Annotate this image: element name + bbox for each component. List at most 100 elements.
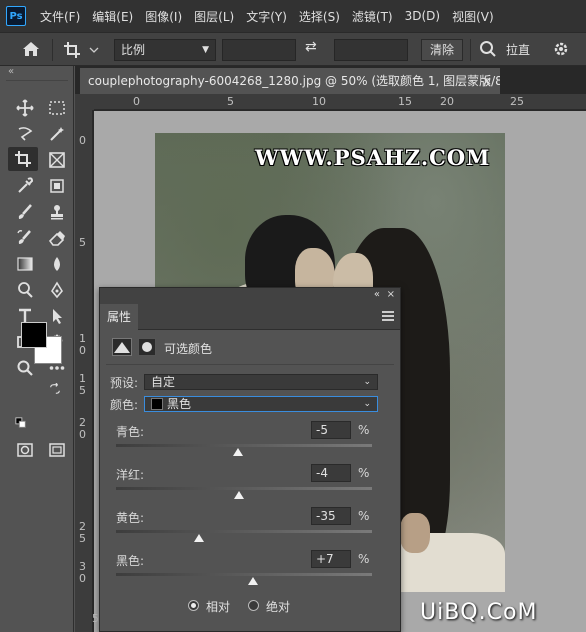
properties-panel: « × 属性 可选颜色 预设: 自定 ⌄ 颜色: 黑色 ⌄ 青色: -5 % 洋… — [99, 287, 401, 632]
ruler-tick: 0 — [79, 572, 86, 585]
ruler-horizontal[interactable]: 0 5 10 15 20 25 — [94, 94, 586, 110]
height-field[interactable] — [334, 39, 408, 61]
yellow-value-input[interactable]: -35 — [311, 507, 351, 525]
percent-unit: % — [358, 466, 370, 480]
brush-icon[interactable] — [10, 200, 40, 224]
slider-label: 洋红: — [116, 468, 145, 482]
slider-thumb[interactable] — [232, 448, 243, 456]
slider-thumb[interactable] — [233, 491, 244, 499]
crop-preset-icon[interactable] — [62, 39, 102, 61]
pen-icon[interactable] — [42, 278, 72, 302]
panel-tabs: 属性 — [100, 304, 400, 330]
preset-value: 自定 — [151, 375, 176, 389]
move-tool-icon[interactable] — [10, 96, 40, 120]
frame-tool-icon[interactable] — [42, 148, 72, 172]
cyan-value-input[interactable]: -5 — [311, 421, 351, 439]
separator — [52, 39, 53, 61]
separator — [470, 39, 471, 61]
photoshop-logo-icon: Ps — [6, 6, 26, 26]
ruler-tick: 5 — [79, 236, 86, 249]
panel-grip[interactable] — [6, 80, 68, 90]
slider-thumb[interactable] — [194, 534, 205, 542]
magenta-value-input[interactable]: -4 — [311, 464, 351, 482]
menu-file[interactable]: 文件(F) — [40, 8, 80, 25]
ruler-tick: 0 — [133, 95, 140, 108]
quick-mask-icon[interactable] — [10, 438, 40, 462]
chevron-down-icon: ▼ — [202, 45, 209, 55]
menu-type[interactable]: 文字(Y) — [246, 8, 287, 25]
menu-image[interactable]: 图像(I) — [145, 8, 182, 25]
ruler-tick: 25 — [510, 95, 524, 108]
eraser-icon[interactable] — [42, 226, 72, 250]
ruler-vertical[interactable]: 0 5 1 0 1 5 2 0 2 5 3 0 — [75, 110, 93, 632]
gradient-icon[interactable] — [10, 252, 40, 276]
preset-label: 预设: — [110, 376, 139, 390]
slider-track[interactable] — [116, 573, 372, 576]
menu-filter[interactable]: 滤镜(T) — [352, 8, 393, 25]
relative-label: 相对 — [206, 600, 231, 614]
slider-label: 青色: — [116, 425, 145, 439]
menu-edit[interactable]: 编辑(E) — [92, 8, 133, 25]
close-icon[interactable]: × — [482, 68, 492, 94]
marquee-tool-icon[interactable] — [42, 96, 72, 120]
black-value-input[interactable]: +7 — [311, 550, 351, 568]
history-brush-icon[interactable] — [10, 226, 40, 250]
chevron-down-icon: ⌄ — [363, 377, 371, 387]
search-icon[interactable] — [479, 40, 497, 61]
gear-icon[interactable] — [552, 40, 570, 61]
close-icon[interactable]: × — [387, 289, 395, 300]
preset-dropdown[interactable]: 自定 ⌄ — [144, 374, 378, 390]
site-watermark: UiBQ.CoM — [420, 600, 538, 625]
adjustment-icon[interactable] — [112, 338, 132, 356]
object-select-icon[interactable] — [42, 174, 72, 198]
dodge-icon[interactable] — [10, 278, 40, 302]
menu-select[interactable]: 选择(S) — [299, 8, 340, 25]
stamp-icon[interactable] — [42, 200, 72, 224]
image-hand — [400, 513, 430, 553]
swap-icon[interactable]: ⇄ — [305, 39, 317, 55]
document-tab[interactable]: couplephotography-6004268_1280.jpg @ 50%… — [80, 68, 500, 94]
colors-label: 颜色: — [110, 398, 139, 412]
slider-track[interactable] — [116, 444, 372, 447]
slider-thumb[interactable] — [247, 577, 258, 585]
straighten-label: 拉直 — [506, 43, 531, 57]
adjustment-title: 可选颜色 — [164, 342, 213, 356]
divider — [106, 364, 394, 365]
magic-wand-icon[interactable] — [42, 122, 72, 146]
menu-3d[interactable]: 3D(D) — [405, 9, 440, 23]
tab-properties[interactable]: 属性 — [100, 304, 138, 330]
ruler-tick: 20 — [440, 95, 454, 108]
percent-unit: % — [358, 423, 370, 437]
foreground-color-swatch[interactable] — [21, 322, 47, 348]
color-swatch — [151, 398, 163, 410]
menu-view[interactable]: 视图(V) — [452, 8, 494, 25]
default-colors-icon[interactable] — [14, 416, 28, 430]
home-icon[interactable] — [20, 39, 44, 61]
straighten-button[interactable]: 拉直 — [506, 39, 530, 61]
panel-menu-icon[interactable] — [382, 311, 394, 321]
width-field[interactable] — [222, 39, 296, 61]
layer-mask-icon[interactable] — [138, 338, 156, 356]
relative-radio[interactable] — [188, 600, 199, 611]
menu-layer[interactable]: 图层(L) — [194, 8, 234, 25]
clear-button[interactable]: 清除 — [421, 39, 463, 61]
slider-track[interactable] — [116, 487, 372, 490]
blur-icon[interactable] — [42, 252, 72, 276]
panel-titlebar[interactable]: « × — [100, 288, 400, 304]
crop-tool-icon[interactable] — [8, 147, 38, 171]
collapse-panel-icon[interactable]: « — [8, 66, 14, 77]
options-bar: 比例 ▼ ⇄ 清除 拉直 — [0, 32, 586, 66]
ratio-select[interactable]: 比例 ▼ — [114, 39, 216, 61]
ruler-tick: 10 — [312, 95, 326, 108]
lasso-tool-icon[interactable] — [10, 122, 40, 146]
slider-track[interactable] — [116, 530, 372, 533]
collapse-panel-icon[interactable]: « — [374, 289, 380, 300]
eyedropper-icon[interactable] — [10, 174, 40, 198]
ruler-tick: 5 — [79, 532, 86, 545]
swap-colors-icon[interactable] — [48, 382, 62, 396]
screen-mode-icon[interactable] — [42, 438, 72, 462]
absolute-radio[interactable] — [248, 600, 259, 611]
percent-unit: % — [358, 509, 370, 523]
ruler-tick: 0 — [79, 428, 86, 441]
colors-dropdown[interactable]: 黑色 ⌄ — [144, 396, 378, 412]
